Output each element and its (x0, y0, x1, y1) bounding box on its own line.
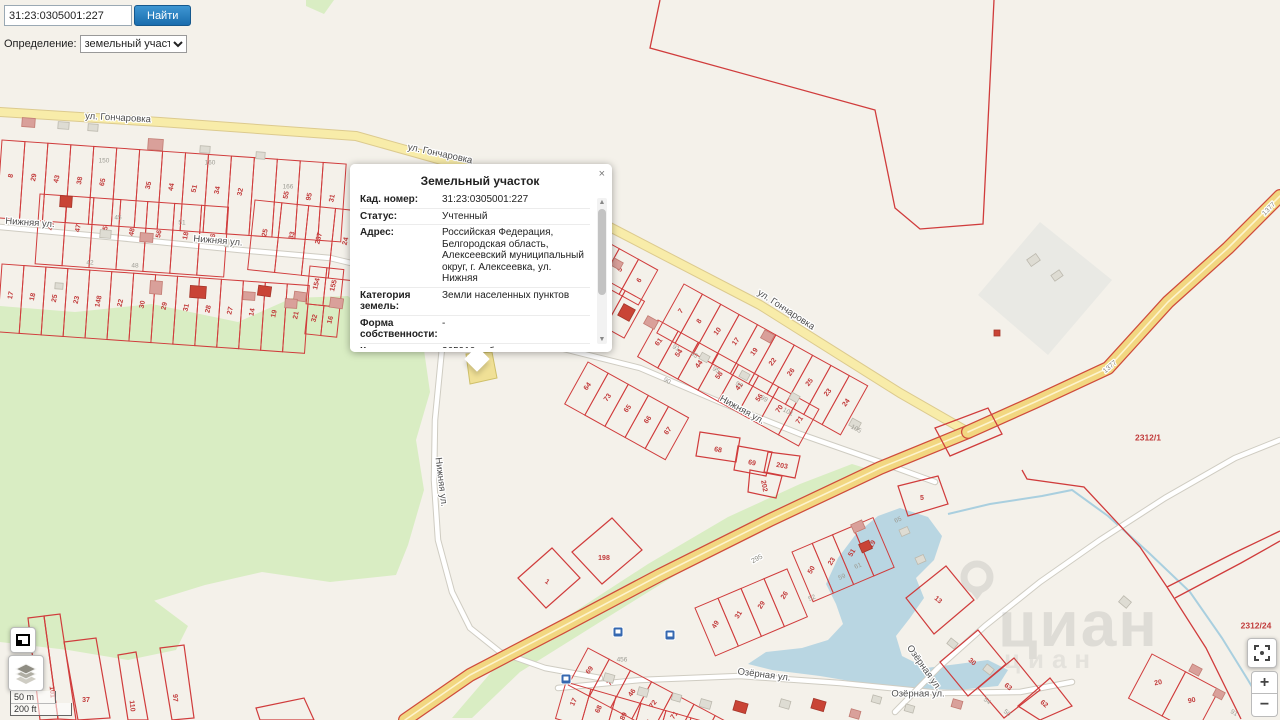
search-bar: Найти Определение: земельный участок (4, 5, 192, 53)
building (256, 284, 273, 298)
scrollbar-thumb[interactable] (598, 209, 606, 295)
popup-row-label: Категория земель: (360, 289, 411, 313)
building (59, 195, 73, 208)
building (54, 282, 64, 290)
house-number: 51 (178, 220, 186, 227)
layers-button[interactable] (8, 655, 44, 691)
building (147, 138, 164, 151)
popup-row-value: 31:23:0305001:227 (442, 194, 529, 205)
popup-row: Статус: Учтенный (360, 207, 590, 225)
scroll-up-icon[interactable]: ▲ (597, 198, 607, 207)
house-number: 48 (131, 263, 139, 270)
overview-map-icon (16, 634, 30, 646)
quarter-number: 2312/24 (1241, 620, 1272, 630)
parcel-number: 5 (920, 495, 924, 502)
map-viewport: 8294338653544513432559531454715485618262… (0, 0, 1280, 720)
building (328, 296, 345, 310)
building (993, 329, 1001, 337)
quarter-number: 2312/1 (1135, 432, 1161, 442)
popup-row-value: Учтенный (442, 210, 488, 222)
house-number: 166 (283, 184, 294, 191)
bus-stop-icon[interactable] (560, 673, 572, 685)
parcel-number: 97 (171, 694, 179, 702)
close-icon[interactable]: × (599, 169, 605, 180)
house-number: 160 (205, 160, 216, 167)
building (284, 298, 298, 309)
definition-label: Определение: (4, 38, 77, 50)
zoom-in-button[interactable]: + (1251, 671, 1278, 694)
popup-row-label: Статус: (360, 210, 398, 222)
popup-row-value: Земли населенных пунктов (442, 289, 570, 301)
parcel-info-popup: Земельный участок × Кад. номер: 31:23:030… (350, 164, 612, 372)
scroll-down-icon[interactable]: ▼ (597, 335, 607, 344)
popup-row-label: Форма собственности: (360, 317, 438, 341)
building (21, 117, 36, 128)
building (255, 151, 266, 160)
popup-row: Форма собственности: - (360, 314, 590, 343)
popup-row-label: Кад. номер: (360, 194, 419, 205)
building (57, 121, 70, 130)
building (99, 229, 112, 239)
map-canvas[interactable]: 8294338653544513432559531454715485618262… (0, 0, 1280, 720)
parcel-number: 68 (713, 446, 722, 454)
scale-feet: 200 ft (10, 703, 72, 716)
search-button[interactable]: Найти (134, 5, 192, 26)
parcel-number: 110 (128, 700, 136, 712)
building (87, 123, 99, 132)
house-number: 42 (86, 260, 94, 267)
popup-row-value: Российская Федерация, Белгородская облас… (442, 227, 584, 284)
zoom-control: + − (1251, 671, 1278, 717)
fullscreen-button[interactable] (1247, 638, 1277, 668)
building (139, 232, 154, 243)
bus-stop-icon[interactable] (612, 626, 624, 638)
popup-row-label: Кадастровая стоимость: (360, 346, 442, 349)
popup-row: Адрес: Российская Федерация, Белгородская… (360, 224, 590, 287)
popup-scrollbar[interactable]: ▲ ▼ (597, 198, 607, 344)
bus-stop-icon[interactable] (664, 629, 676, 641)
svg-text:циан: циан (1004, 644, 1098, 674)
parcel-number: 37 (82, 697, 90, 704)
cadastral-search-input[interactable] (4, 5, 132, 26)
popup-row-label: Адрес: (360, 227, 394, 238)
building (199, 145, 211, 154)
parcel-number: 198 (598, 555, 610, 562)
overview-map-button[interactable] (10, 627, 36, 653)
layers-icon (14, 663, 38, 684)
parcel-number: 69 (747, 459, 756, 467)
popup-row-value: 365910 руб (442, 346, 590, 349)
popup-row-value: - (442, 317, 446, 329)
popup-row: Категория земель: Земли населенных пункто… (360, 286, 590, 315)
building (242, 291, 256, 301)
scale-control: 50 m 200 ft (10, 691, 72, 716)
house-number: 456 (617, 657, 628, 664)
building (149, 280, 163, 295)
popup-rows: Кад. номер: 31:23:0305001:227 Статус: Учтен… (360, 192, 590, 348)
house-number: 150 (99, 158, 110, 165)
popup-row: Кад. номер: 31:23:0305001:227 (360, 192, 590, 208)
popup-row: Кадастровая стоимость:365910 руб (360, 342, 590, 349)
fullscreen-icon (1254, 645, 1270, 661)
house-number: 45 (114, 215, 122, 222)
popup-title: Земельный участок (420, 174, 540, 188)
definition-select[interactable]: земельный участок (79, 35, 187, 53)
building (189, 285, 207, 299)
zoom-out-button[interactable]: − (1251, 694, 1278, 717)
